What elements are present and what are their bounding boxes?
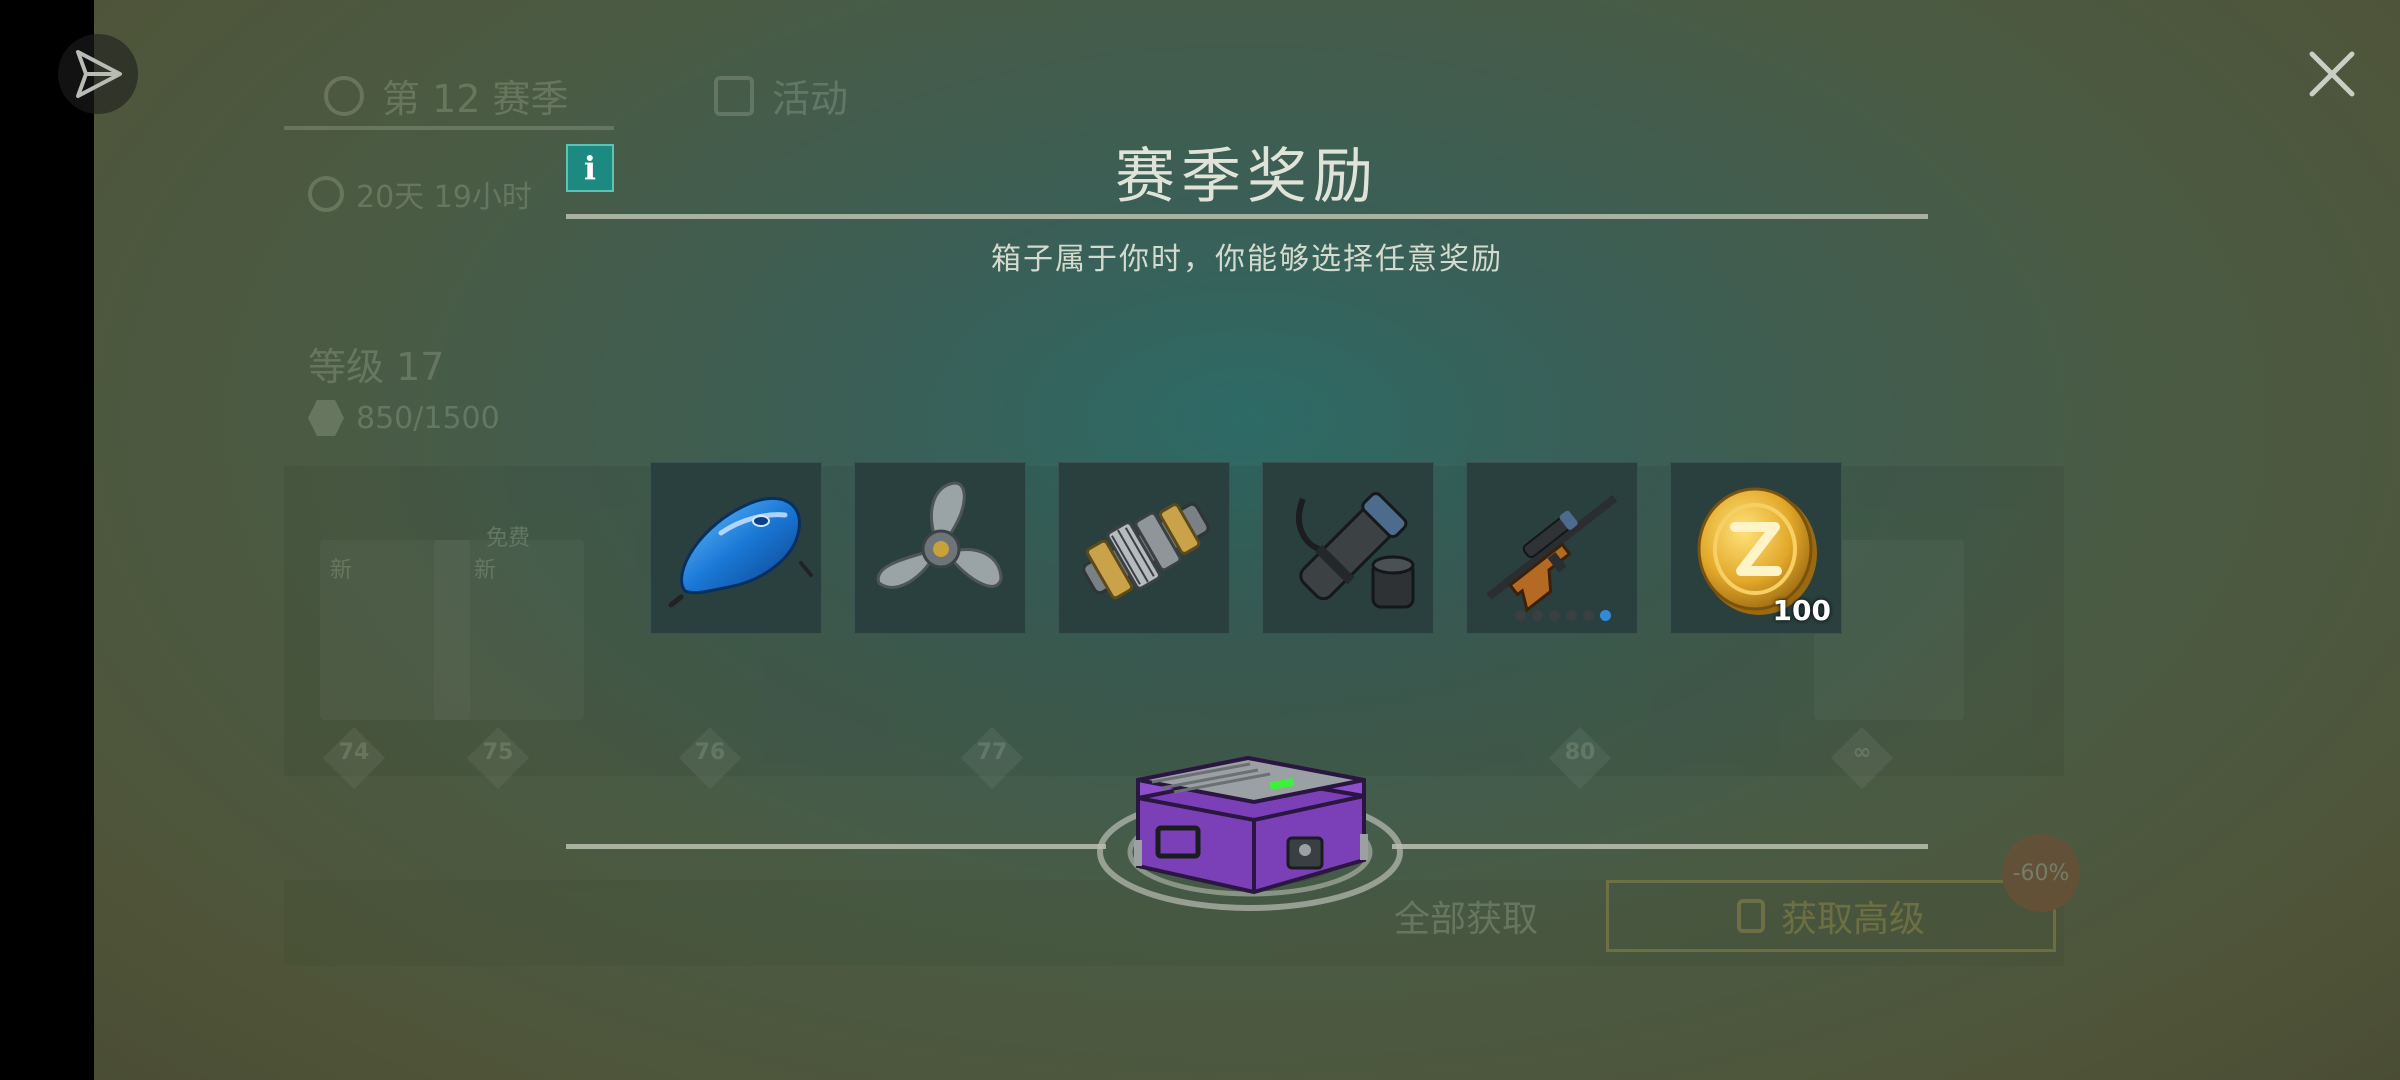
scope-icon [1296, 492, 1415, 609]
rank-dot [1515, 610, 1526, 621]
new-tag: 新 [474, 558, 497, 583]
xp-icon [308, 400, 344, 436]
close-button[interactable] [2300, 42, 2364, 106]
milestone-label: 80 [1564, 740, 1596, 765]
reward-slot-propeller[interactable] [854, 462, 1026, 634]
rank-dot [1583, 610, 1594, 621]
reward-slot-fuel-tank[interactable] [650, 462, 822, 634]
rank-dot-active [1600, 610, 1611, 621]
tab-events: 活动 [714, 68, 848, 123]
rank-dot [1532, 610, 1543, 621]
milestone-label: ∞ [1852, 740, 1872, 765]
calendar-icon [714, 75, 754, 116]
track-card [434, 540, 584, 720]
tab-events-label: 活动 [772, 77, 849, 121]
screen: 第 12 赛季 活动 20天 19小时 等级 17 850/1500 新 新 免… [0, 0, 2400, 1080]
clock-icon [308, 176, 344, 212]
reward-slot-gear-shaft[interactable] [1058, 462, 1230, 634]
season-timer-text: 20天 19小时 [356, 180, 532, 215]
xp-progress-text: 850/1500 [356, 400, 500, 436]
get-premium-label: 获取高级 [1780, 899, 1925, 940]
milestone-label: 77 [976, 740, 1008, 765]
rank-dot [1549, 610, 1560, 621]
gear-shaft-icon [1082, 502, 1210, 600]
season-icon [324, 75, 364, 116]
bottom-divider-left [566, 844, 1106, 849]
milestone-label: 76 [694, 740, 726, 765]
rewards-row: 100 [650, 462, 1844, 634]
close-icon [2309, 51, 2355, 97]
reward-slot-sniper-rifle[interactable] [1466, 462, 1638, 634]
info-icon[interactable]: i [566, 144, 614, 192]
season-chest[interactable] [1092, 720, 1408, 920]
season-timer: 20天 19小时 [308, 172, 532, 216]
claim-all-button: 全部获取 [1394, 899, 1539, 940]
purple-chest-icon [1097, 755, 1403, 911]
bottom-divider-right [1392, 844, 1928, 849]
modal-title: 赛季奖励 [1115, 142, 1379, 212]
left-black-strip [0, 0, 94, 1080]
propeller-icon [876, 481, 1003, 589]
level-label: 等级 17 [308, 345, 445, 389]
milestone-label: 74 [338, 740, 370, 765]
reward-slot-scope[interactable] [1262, 462, 1434, 634]
modal-subtitle: 箱子属于你时，你能够选择任意奖励 [991, 242, 1503, 277]
title-divider [566, 214, 1928, 219]
get-premium-button: 获取高级 [1606, 880, 2056, 952]
rank-dot [1566, 610, 1577, 621]
reward-quantity: 100 [1772, 594, 1831, 627]
fuel-tank-icon [668, 496, 813, 608]
reward-slot-coin[interactable]: 100 [1670, 462, 1842, 634]
weapon-rank-dots [1515, 610, 1611, 621]
free-tag: 免费 [486, 526, 531, 551]
send-icon [76, 50, 122, 98]
tab-season: 第 12 赛季 [324, 68, 569, 123]
send-button[interactable] [58, 34, 138, 114]
active-tab-underline [284, 126, 614, 130]
discount-badge: -60% [2002, 834, 2080, 912]
lock-icon [1736, 899, 1765, 933]
milestone-label: 75 [482, 740, 514, 765]
tab-season-label: 第 12 赛季 [382, 77, 569, 121]
xp-progress: 850/1500 [308, 400, 500, 436]
new-tag: 新 [330, 558, 353, 583]
